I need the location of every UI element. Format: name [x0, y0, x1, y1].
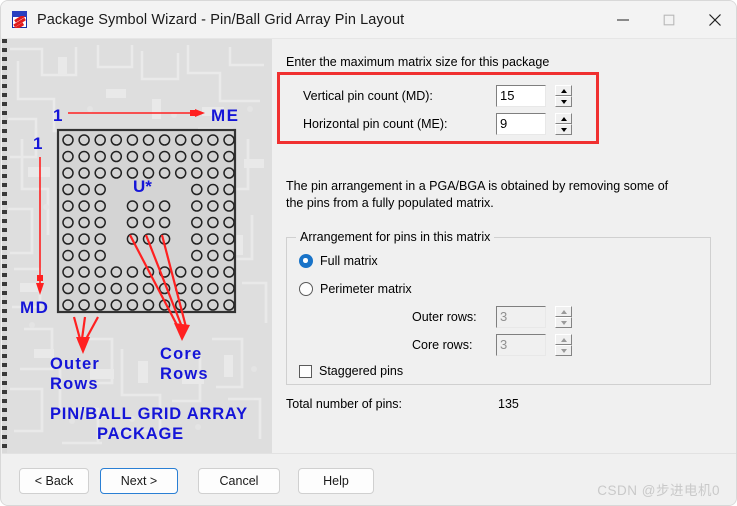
label-outer-rows-line1: Outer: [50, 355, 100, 373]
label-chip-designator: U*: [133, 177, 152, 196]
window-title: Package Symbol Wizard - Pin/Ball Grid Ar…: [37, 11, 405, 28]
core-rows-increment[interactable]: [555, 334, 572, 345]
horizontal-pin-count-decrement[interactable]: [555, 124, 572, 135]
cancel-button[interactable]: Cancel: [198, 468, 280, 494]
radio-perimeter-matrix-label: Perimeter matrix: [320, 282, 412, 296]
watermark-text: CSDN @步进电机0: [597, 483, 720, 498]
label-core-rows-line1: Core: [160, 345, 202, 363]
intro-instruction: Enter the maximum matrix size for this p…: [286, 55, 550, 69]
vertical-pin-count-label: Vertical pin count (MD):: [303, 89, 433, 103]
outer-rows-arrowhead: [76, 337, 90, 354]
minimize-button[interactable]: [600, 1, 646, 39]
back-button[interactable]: < Back: [19, 468, 89, 494]
radio-full-matrix[interactable]: Full matrix: [299, 252, 378, 270]
horizontal-pin-count-spinner[interactable]: [555, 113, 572, 135]
vertical-pin-count-decrement[interactable]: [555, 96, 572, 107]
radio-full-matrix-indicator[interactable]: [299, 254, 313, 268]
outer-rows-spinner[interactable]: [555, 306, 572, 328]
next-button[interactable]: Next >: [100, 468, 178, 494]
settings-panel: Enter the maximum matrix size for this p…: [272, 39, 736, 453]
help-button[interactable]: Help: [298, 468, 374, 494]
label-left-one: 1: [33, 134, 42, 153]
app-icon: [11, 10, 29, 29]
horizontal-pin-count-label: Horizontal pin count (ME):: [303, 117, 448, 131]
minimize-icon: [617, 19, 629, 21]
description-line-2: the pins from a fully populated matrix.: [286, 196, 494, 210]
horizontal-pin-count-row: Horizontal pin count (ME): 9: [272, 113, 736, 137]
radio-perimeter-matrix-indicator[interactable]: [299, 282, 313, 296]
label-md: MD: [20, 298, 49, 317]
me-axis-arrowhead: [195, 109, 205, 117]
md-axis-arrowhead: [36, 283, 44, 295]
outer-rows-label: Outer rows:: [412, 310, 477, 324]
core-rows-label: Core rows:: [412, 338, 473, 352]
core-rows-spinner[interactable]: [555, 334, 572, 356]
window-controls: [600, 1, 736, 39]
caption-line1: PIN/BALL GRID ARRAY: [50, 405, 248, 423]
core-rows-decrement[interactable]: [555, 345, 572, 356]
vertical-pin-count-increment[interactable]: [555, 85, 572, 96]
description-text: The pin arrangement in a PGA/BGA is obta…: [286, 178, 726, 212]
radio-perimeter-matrix[interactable]: Perimeter matrix: [299, 280, 412, 298]
core-rows-input[interactable]: 3: [496, 334, 546, 356]
outer-rows-decrement[interactable]: [555, 317, 572, 328]
total-pins-label: Total number of pins:: [286, 397, 403, 411]
bga-package-diagram: ME -->: [20, 106, 248, 443]
close-button[interactable]: [692, 1, 736, 39]
title-bar: Package Symbol Wizard - Pin/Ball Grid Ar…: [1, 1, 736, 39]
radio-full-matrix-label: Full matrix: [320, 254, 378, 268]
checkbox-staggered-pins-indicator[interactable]: [299, 364, 312, 378]
label-top-one: 1: [53, 106, 62, 125]
label-outer-rows-line2: Rows: [50, 375, 99, 393]
outer-rows-input[interactable]: 3: [496, 306, 546, 328]
arrangement-group-title: Arrangement for pins in this matrix: [296, 230, 495, 244]
label-me: ME: [211, 106, 240, 125]
close-icon: [709, 14, 721, 26]
vertical-pin-count-input[interactable]: 15: [496, 85, 546, 107]
caption-line2: PACKAGE: [97, 425, 184, 443]
total-pins-value: 135: [498, 397, 519, 411]
checkbox-staggered-pins-label: Staggered pins: [319, 364, 404, 378]
core-rows-arrowhead: [174, 323, 190, 341]
md-axis-tick: [37, 275, 43, 281]
checkbox-staggered-pins[interactable]: Staggered pins: [299, 362, 403, 380]
outer-rows-increment[interactable]: [555, 306, 572, 317]
dialog-window: Package Symbol Wizard - Pin/Ball Grid Ar…: [0, 0, 737, 506]
label-core-rows-line2: Rows: [160, 365, 209, 383]
arrangement-group-box: Arrangement for pins in this matrix Full…: [286, 230, 711, 385]
vertical-pin-count-row: Vertical pin count (MD): 15: [272, 85, 736, 109]
vertical-pin-count-spinner[interactable]: [555, 85, 572, 107]
outer-rows-leader-lines: [72, 316, 99, 340]
maximize-icon: [663, 14, 675, 26]
maximize-button[interactable]: [646, 1, 692, 39]
description-line-1: The pin arrangement in a PGA/BGA is obta…: [286, 179, 669, 193]
me-axis-tick: [190, 110, 196, 116]
horizontal-pin-count-increment[interactable]: [555, 113, 572, 124]
package-illustration-panel: ME -->: [2, 39, 272, 453]
horizontal-pin-count-input[interactable]: 9: [496, 113, 546, 135]
